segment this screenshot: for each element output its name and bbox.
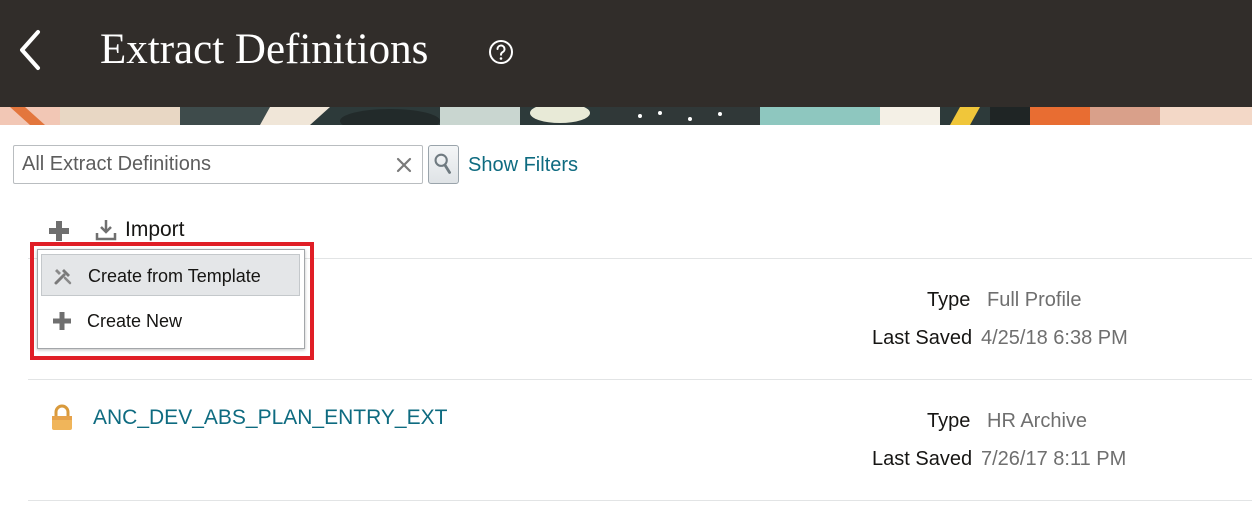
menu-item-create-from-template[interactable]: Create from Template	[41, 254, 300, 296]
show-filters-link[interactable]: Show Filters	[468, 154, 578, 177]
page-header: Extract Definitions	[0, 0, 1252, 107]
create-menu: Create from Template Create New	[37, 249, 305, 349]
search-icon	[434, 153, 451, 174]
type-label: Type	[927, 410, 971, 432]
search-box	[13, 145, 423, 184]
clear-icon[interactable]	[394, 155, 414, 175]
last-saved-label: Last Saved	[872, 448, 973, 470]
menu-item-label: Create from Template	[88, 266, 261, 286]
menu-item-label: Create New	[87, 311, 183, 331]
last-saved-value: 7/26/17 8:11 PM	[981, 448, 1127, 470]
help-circle-icon[interactable]	[488, 39, 514, 65]
lock-icon	[52, 404, 72, 430]
plus-icon	[53, 312, 71, 330]
type-label: Type	[927, 289, 971, 311]
chevron-left-icon[interactable]	[14, 28, 46, 72]
plus-icon[interactable]	[47, 219, 71, 243]
search-button[interactable]	[428, 145, 459, 184]
row-divider	[28, 379, 1252, 380]
search-input[interactable]	[14, 146, 384, 183]
decorative-banner	[0, 107, 1252, 125]
last-saved-value: 4/25/18 6:38 PM	[981, 327, 1128, 349]
last-saved-label: Last Saved	[872, 327, 973, 349]
page-title: Extract Definitions	[100, 26, 429, 73]
type-value: Full Profile	[987, 289, 1082, 311]
extract-name-link[interactable]: ANC_DEV_ABS_PLAN_ENTRY_EXT	[93, 406, 447, 430]
import-label: Import	[125, 218, 185, 241]
row-divider	[28, 500, 1252, 501]
download-icon	[95, 220, 117, 241]
menu-item-create-new[interactable]: Create New	[41, 300, 300, 342]
type-value: HR Archive	[987, 410, 1088, 432]
tools-icon	[54, 269, 72, 285]
